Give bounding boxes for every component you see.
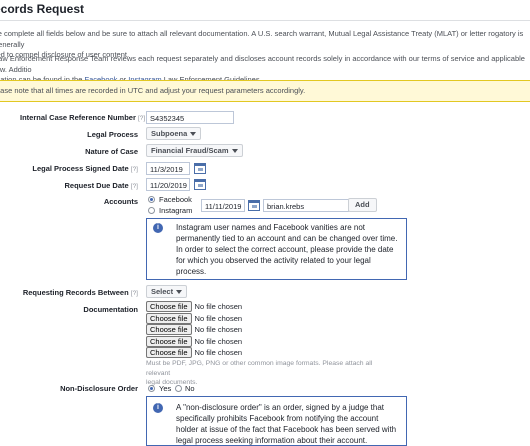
account-type-instagram-radio[interactable] xyxy=(148,207,155,214)
help-icon[interactable]: [?] xyxy=(138,115,145,122)
calendar-icon[interactable] xyxy=(194,179,206,190)
add-account-button[interactable]: Add xyxy=(348,198,377,212)
nondisclosure-yes-radio[interactable] xyxy=(148,385,155,392)
requesting-records-label: Requesting Records Between [?] xyxy=(22,288,138,297)
documentation-hint: Must be PDF, JPG, PNG or other common im… xyxy=(146,359,396,388)
info-icon: i xyxy=(153,223,163,233)
due-date-label: Request Due Date [?] xyxy=(64,181,138,190)
accounts-info-text: Instagram user names and Facebook vaniti… xyxy=(176,222,406,277)
nondisclosure-info-box: i A "non-disclosure order" is an order, … xyxy=(146,396,407,446)
info-line: specifically prohibits Facebook from not… xyxy=(176,414,379,423)
info-line: Instagram user names and Facebook vaniti… xyxy=(176,223,365,232)
file-upload-row: Choose file No file chosen xyxy=(146,347,346,359)
choose-file-button[interactable]: Choose file xyxy=(146,335,192,347)
account-type-facebook-radio[interactable] xyxy=(148,196,155,203)
choose-file-button[interactable]: Choose file xyxy=(146,324,192,336)
info-line: A "non-disclosure order" is an order, si… xyxy=(176,403,385,412)
info-line: holder at issue of the fact that Faceboo… xyxy=(176,425,397,434)
legal-process-select[interactable]: Subpoena xyxy=(146,127,202,140)
requesting-records-select[interactable]: Select xyxy=(146,285,188,298)
info-line: for which you observed the activity rela… xyxy=(176,256,371,265)
file-upload-row: Choose file No file chosen xyxy=(146,324,346,336)
info-icon: i xyxy=(153,403,163,413)
page-title: ecords Request xyxy=(0,2,85,16)
calendar-icon[interactable] xyxy=(194,163,206,174)
file-upload-row: Choose file No file chosen xyxy=(146,312,346,325)
hint-line: Must be PDF, JPG, PNG or other common im… xyxy=(146,360,373,377)
info-line: legal process seeking information about … xyxy=(176,436,368,445)
accounts-label: Accounts xyxy=(103,197,138,206)
choose-file-button[interactable]: Choose file xyxy=(146,347,192,359)
account-type-facebook-label[interactable]: Facebook xyxy=(159,195,192,204)
help-icon[interactable]: [?] xyxy=(131,183,138,190)
case-ref-input[interactable]: S4352345 xyxy=(146,111,234,124)
file-upload-row: Choose file No file chosen xyxy=(146,335,346,348)
intro-line: Law Enforcement Response Team reviews ea… xyxy=(0,54,525,74)
case-ref-label: Internal Case Reference Number [?] xyxy=(20,113,146,122)
chevron-down-icon xyxy=(190,132,197,137)
account-date-input[interactable]: 11/11/2019 xyxy=(201,199,245,212)
signed-date-label: Legal Process Signed Date [?] xyxy=(32,164,138,173)
account-name-input[interactable]: brian.krebs xyxy=(263,199,349,212)
nondisclosure-info-text: A "non-disclosure order" is an order, si… xyxy=(176,402,406,446)
nature-of-case-label: Nature of Case xyxy=(85,147,138,156)
nondisclosure-no-radio[interactable] xyxy=(175,385,182,392)
non-disclosure-label: Non-Disclosure Order xyxy=(60,384,138,393)
nature-of-case-select[interactable]: Financial Fraud/Scam xyxy=(146,144,243,157)
accounts-info-box: i Instagram user names and Facebook vani… xyxy=(146,218,407,280)
legal-process-label: Legal Process xyxy=(87,130,138,139)
file-status: No file chosen xyxy=(194,348,243,358)
choose-file-button[interactable]: Choose file xyxy=(146,301,192,313)
intro-line: se complete all fields below and be sure… xyxy=(0,29,524,49)
hint-line: legal documents. xyxy=(146,379,198,386)
info-line: process. xyxy=(176,267,207,276)
chevron-down-icon xyxy=(176,290,183,295)
documentation-label: Documentation xyxy=(83,305,138,314)
help-icon[interactable]: [?] xyxy=(131,166,138,173)
file-status: No file chosen xyxy=(194,302,243,312)
help-icon[interactable]: [?] xyxy=(131,290,138,297)
file-status: No file chosen xyxy=(194,325,243,335)
chevron-down-icon xyxy=(231,149,238,154)
nondisclosure-yes-label[interactable]: Yes xyxy=(159,384,171,393)
file-status: No file chosen xyxy=(194,336,243,346)
due-date-input[interactable]: 11/20/2019 xyxy=(146,178,190,191)
utc-notice: ease note that all times are recorded in… xyxy=(0,80,530,102)
file-upload-row: Choose file No file chosen xyxy=(146,301,346,313)
calendar-icon[interactable] xyxy=(248,200,260,211)
utc-notice-text: ease note that all times are recorded in… xyxy=(0,86,306,95)
file-status: No file chosen xyxy=(194,313,243,323)
file-upload-list: Choose file No file chosen Choose file N… xyxy=(146,301,346,359)
info-line: In order to select the correct account, … xyxy=(176,245,394,254)
nondisclosure-no-label[interactable]: No xyxy=(185,384,195,393)
choose-file-button[interactable]: Choose file xyxy=(146,312,192,324)
info-line: permanently tied to an account and can b… xyxy=(176,234,398,243)
account-type-instagram-label[interactable]: Instagram xyxy=(159,206,192,215)
title-divider xyxy=(0,20,530,21)
signed-date-input[interactable]: 11/3/2019 xyxy=(146,162,190,175)
